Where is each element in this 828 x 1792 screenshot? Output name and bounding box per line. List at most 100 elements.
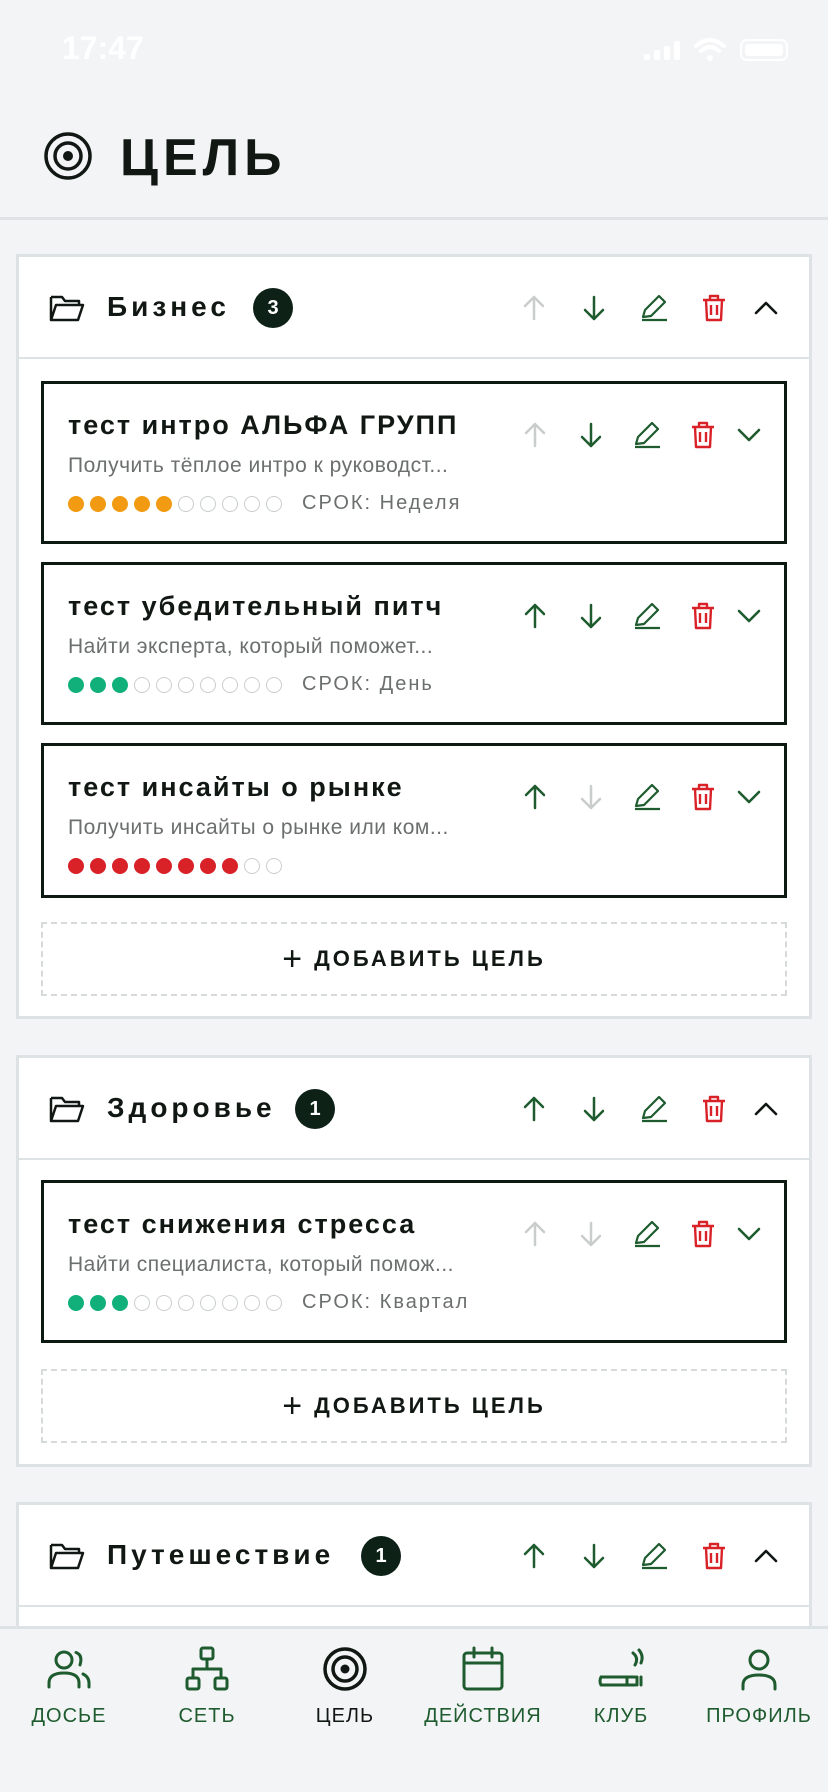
- nav-item-club[interactable]: КЛУБ: [552, 1645, 690, 1728]
- group-header[interactable]: Путешествие 1: [19, 1505, 809, 1607]
- edit-icon[interactable]: [632, 1219, 662, 1249]
- progress-dot-empty: [266, 496, 282, 512]
- status-bar: 17:47: [0, 0, 828, 100]
- bottom-navigation: ДОСЬЕ СЕТЬ ЦЕЛЬ ДЕЙСТВИЯ КЛУБ ПРОФИЛЬ: [0, 1626, 828, 1792]
- progress-dot-empty: [266, 1295, 282, 1311]
- goal-card[interactable]: тест интро АЛЬФА ГРУПП Получить тёплое и…: [41, 381, 787, 544]
- progress-dot-empty: [178, 677, 194, 693]
- trash-icon[interactable]: [688, 1219, 718, 1249]
- progress-dot-filled: [200, 858, 216, 874]
- cigar-icon: [598, 1648, 644, 1687]
- goal-deadline: СРОК: Неделя: [302, 492, 462, 514]
- nav-item-profile[interactable]: ПРОФИЛЬ: [690, 1645, 828, 1728]
- network-icon: [185, 1646, 229, 1691]
- nav-item-network[interactable]: СЕТЬ: [138, 1645, 276, 1728]
- progress-dot-empty: [178, 496, 194, 512]
- progress-dot-filled: [222, 858, 238, 874]
- add-goal-button[interactable]: + ДОБАВИТЬ ЦЕЛЬ: [41, 1369, 787, 1443]
- group-header[interactable]: Бизнес 3: [19, 257, 809, 359]
- move-down-icon[interactable]: [579, 1541, 609, 1571]
- progress-dot-filled: [156, 496, 172, 512]
- edit-icon[interactable]: [639, 293, 669, 323]
- edit-icon[interactable]: [632, 601, 662, 631]
- goal-card[interactable]: тест снижения стресса Найти специалиста,…: [41, 1180, 787, 1343]
- move-down-icon[interactable]: [576, 782, 606, 812]
- nav-item-goal[interactable]: ЦЕЛЬ: [276, 1645, 414, 1728]
- edit-icon[interactable]: [632, 420, 662, 450]
- signal-icon: [644, 40, 680, 60]
- move-down-icon[interactable]: [576, 420, 606, 450]
- expand-icon[interactable]: [734, 601, 764, 631]
- progress-dot-empty: [244, 858, 260, 874]
- progress-dots: [68, 496, 282, 512]
- plus-icon: +: [282, 940, 303, 978]
- trash-icon[interactable]: [699, 293, 729, 323]
- progress-dot-filled: [112, 496, 128, 512]
- folder-icon: [49, 295, 85, 322]
- edit-icon[interactable]: [639, 1094, 669, 1124]
- trash-icon[interactable]: [688, 782, 718, 812]
- progress-dot-empty: [222, 496, 238, 512]
- goal-description: Получить тёплое интро к руководст...: [68, 454, 449, 477]
- progress-dot-empty: [266, 677, 282, 693]
- goal-title: тест снижения стресса: [68, 1209, 417, 1239]
- move-up-icon[interactable]: [519, 1541, 549, 1571]
- progress-dot-empty: [244, 1295, 260, 1311]
- progress-dot-empty: [134, 677, 150, 693]
- goal-group-travel: Путешествие 1: [16, 1502, 812, 1642]
- trash-icon[interactable]: [688, 601, 718, 631]
- expand-icon[interactable]: [734, 1219, 764, 1249]
- trash-icon[interactable]: [699, 1094, 729, 1124]
- move-up-icon[interactable]: [520, 601, 550, 631]
- move-up-icon[interactable]: [520, 782, 550, 812]
- progress-dot-empty: [200, 677, 216, 693]
- trash-icon[interactable]: [699, 1541, 729, 1571]
- folder-icon: [49, 1543, 85, 1570]
- goal-count-badge: 1: [295, 1089, 335, 1129]
- battery-icon: [740, 39, 788, 61]
- goal-title: тест убедительный питч: [68, 591, 444, 621]
- move-up-icon[interactable]: [520, 1219, 550, 1249]
- progress-dot-empty: [200, 496, 216, 512]
- goal-card[interactable]: тест инсайты о рынке Получить инсайты о …: [41, 743, 787, 898]
- collapse-icon[interactable]: [751, 293, 781, 323]
- goal-deadline: СРОК: Квартал: [302, 1291, 470, 1313]
- progress-dot-filled: [112, 677, 128, 693]
- progress-dot-empty: [200, 1295, 216, 1311]
- group-header[interactable]: Здоровье 1: [19, 1058, 809, 1160]
- move-down-icon[interactable]: [576, 601, 606, 631]
- goal-count-badge: 1: [361, 1536, 401, 1576]
- move-down-icon[interactable]: [579, 1094, 609, 1124]
- goal-card[interactable]: тест убедительный питч Найти эксперта, к…: [41, 562, 787, 725]
- wifi-icon: [694, 38, 726, 61]
- move-up-icon[interactable]: [519, 293, 549, 323]
- edit-icon[interactable]: [632, 782, 662, 812]
- progress-dot-empty: [178, 1295, 194, 1311]
- progress-dot-filled: [90, 858, 106, 874]
- expand-icon[interactable]: [734, 782, 764, 812]
- edit-icon[interactable]: [639, 1541, 669, 1571]
- collapse-icon[interactable]: [751, 1541, 781, 1571]
- progress-dot-empty: [266, 858, 282, 874]
- expand-icon[interactable]: [734, 420, 764, 450]
- progress-dot-filled: [90, 496, 106, 512]
- add-goal-label: ДОБАВИТЬ ЦЕЛЬ: [314, 946, 546, 971]
- progress-dot-filled: [112, 858, 128, 874]
- nav-item-dossier[interactable]: ДОСЬЕ: [0, 1645, 138, 1728]
- move-down-icon[interactable]: [579, 293, 609, 323]
- progress-dot-filled: [156, 858, 172, 874]
- collapse-icon[interactable]: [751, 1094, 781, 1124]
- group-name: Путешествие: [107, 1539, 335, 1570]
- move-down-icon[interactable]: [576, 1219, 606, 1249]
- add-goal-button[interactable]: + ДОБАВИТЬ ЦЕЛЬ: [41, 922, 787, 996]
- progress-dot-filled: [68, 1295, 84, 1311]
- goal-description: Найти эксперта, который поможет...: [68, 635, 434, 658]
- trash-icon[interactable]: [688, 420, 718, 450]
- move-up-icon[interactable]: [519, 1094, 549, 1124]
- progress-dot-filled: [68, 496, 84, 512]
- move-up-icon[interactable]: [520, 420, 550, 450]
- progress-dot-filled: [134, 496, 150, 512]
- nav-item-actions[interactable]: ДЕЙСТВИЯ: [414, 1645, 552, 1728]
- progress-dot-empty: [134, 1295, 150, 1311]
- progress-dot-empty: [156, 1295, 172, 1311]
